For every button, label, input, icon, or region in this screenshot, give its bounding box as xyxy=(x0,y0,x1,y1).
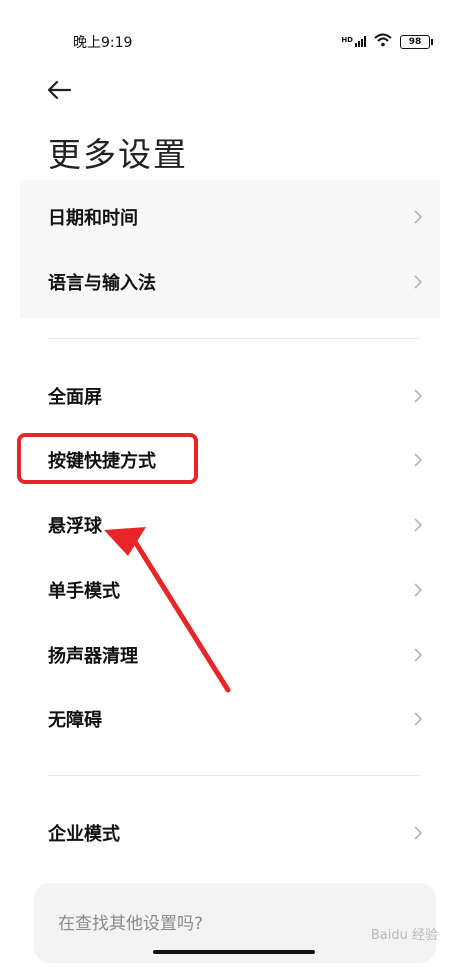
battery-icon: 98 xyxy=(400,34,433,49)
settings-item-date-time[interactable]: 日期和时间 xyxy=(48,191,428,243)
page-title: 更多设置 xyxy=(48,135,188,174)
settings-item-language-input[interactable]: 语言与输入法 xyxy=(48,256,428,308)
status-time: 晚上9:19 xyxy=(73,35,133,51)
chevron-right-icon xyxy=(408,450,428,470)
chevron-right-icon xyxy=(408,823,428,843)
settings-item-label: 语言与输入法 xyxy=(48,273,156,294)
settings-item-label: 单手模式 xyxy=(48,581,120,602)
chevron-right-icon xyxy=(408,386,428,406)
settings-item-label: 无障碍 xyxy=(48,710,102,731)
status-bar: 晚上9:19 HD 98 xyxy=(0,0,468,60)
settings-item-fullscreen[interactable]: 全面屏 xyxy=(48,370,428,422)
chevron-right-icon xyxy=(408,580,428,600)
settings-item-label: 悬浮球 xyxy=(48,516,102,537)
settings-item-floating-ball[interactable]: 悬浮球 xyxy=(48,499,428,551)
settings-item-accessibility[interactable]: 无障碍 xyxy=(48,693,428,745)
chevron-right-icon xyxy=(408,207,428,227)
back-arrow-icon xyxy=(47,80,72,100)
battery-level: 98 xyxy=(408,36,422,47)
back-button[interactable] xyxy=(46,72,82,108)
settings-item-label: 企业模式 xyxy=(48,824,120,845)
settings-item-label: 全面屏 xyxy=(48,387,102,408)
signal-label: HD xyxy=(341,36,353,44)
chevron-right-icon xyxy=(408,709,428,729)
baidu-watermark: Baidu 经验 xyxy=(370,928,438,943)
signal-icon: HD xyxy=(341,36,366,47)
highlight-box xyxy=(17,433,198,484)
settings-item-label: 扬声器清理 xyxy=(48,646,138,667)
home-indicator[interactable] xyxy=(153,950,315,954)
chevron-right-icon xyxy=(408,272,428,292)
settings-item-label: 日期和时间 xyxy=(48,208,138,229)
wifi-icon xyxy=(374,32,392,51)
chevron-right-icon xyxy=(408,645,428,665)
divider xyxy=(48,338,420,339)
chevron-right-icon xyxy=(408,515,428,535)
settings-item-one-handed-mode[interactable]: 单手模式 xyxy=(48,564,428,616)
settings-item-enterprise-mode[interactable]: 企业模式 xyxy=(48,807,428,859)
status-icons: HD 98 xyxy=(341,32,433,51)
settings-item-speaker-cleaning[interactable]: 扬声器清理 xyxy=(48,629,428,681)
divider xyxy=(48,775,420,776)
search-other-settings-text: 在查找其他设置吗? xyxy=(58,914,204,934)
